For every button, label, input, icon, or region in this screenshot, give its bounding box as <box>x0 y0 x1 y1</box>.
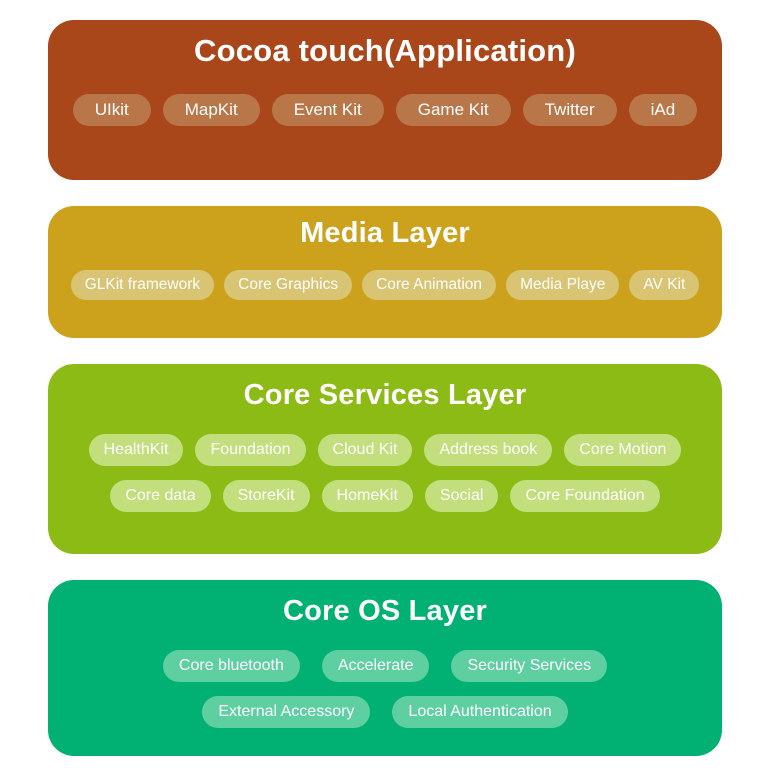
layer-block-core-services: Core Services Layer HealthKit Foundation… <box>48 364 722 554</box>
framework-chip-game-kit[interactable]: Game Kit <box>395 94 511 127</box>
architecture-layer-stack: Cocoa touch(Application) UIkit MapKit Ev… <box>0 0 768 768</box>
chip-row: Core data StoreKit HomeKit Social Core F… <box>110 479 660 512</box>
framework-chip-cloud-kit[interactable]: Cloud Kit <box>317 433 413 466</box>
framework-chip-twitter[interactable]: Twitter <box>522 94 617 127</box>
layer-title-cocoa-touch: Cocoa touch(Application) <box>194 33 576 68</box>
chip-row: External Accessory Local Authentication <box>202 695 568 728</box>
framework-chip-media-playe[interactable]: Media Playe <box>506 269 620 300</box>
layer-block-cocoa-touch: Cocoa touch(Application) UIkit MapKit Ev… <box>48 20 722 180</box>
framework-chip-social[interactable]: Social <box>424 479 499 512</box>
framework-chip-mapkit[interactable]: MapKit <box>162 94 260 127</box>
framework-chip-core-bluetooth[interactable]: Core bluetooth <box>162 649 300 682</box>
chip-rows-cocoa-touch: UIkit MapKit Event Kit Game Kit Twitter … <box>62 94 708 127</box>
framework-chip-accelerate[interactable]: Accelerate <box>321 649 430 682</box>
layer-title-media: Media Layer <box>300 217 470 249</box>
chip-rows-core-os: Core bluetooth Accelerate Security Servi… <box>62 649 708 728</box>
layer-title-core-os: Core OS Layer <box>282 595 488 627</box>
framework-chip-core-animation[interactable]: Core Animation <box>362 269 497 300</box>
framework-chip-storekit[interactable]: StoreKit <box>222 479 310 512</box>
framework-chip-address-book[interactable]: Address book <box>424 433 553 466</box>
framework-chip-core-motion[interactable]: Core Motion <box>564 433 682 466</box>
framework-chip-event-kit[interactable]: Event Kit <box>271 94 384 127</box>
framework-chip-core-foundation[interactable]: Core Foundation <box>510 479 660 512</box>
chip-rows-core-services: HealthKit Foundation Cloud Kit Address b… <box>62 433 708 512</box>
layer-title-core-services: Core Services Layer <box>243 379 527 411</box>
framework-chip-homekit[interactable]: HomeKit <box>321 479 413 512</box>
framework-chip-glkit-framework[interactable]: GLKit framework <box>70 269 215 300</box>
framework-chip-uikit[interactable]: UIkit <box>72 94 151 127</box>
framework-chip-healthkit[interactable]: HealthKit <box>88 433 184 466</box>
chip-row: GLKit framework Core Graphics Core Anima… <box>70 269 700 300</box>
framework-chip-local-authentication[interactable]: Local Authentication <box>392 695 568 728</box>
layer-block-core-os: Core OS Layer Core bluetooth Accelerate … <box>48 580 722 756</box>
layer-block-media: Media Layer GLKit framework Core Graphic… <box>48 206 722 338</box>
framework-chip-av-kit[interactable]: AV Kit <box>629 269 700 300</box>
chip-row: UIkit MapKit Event Kit Game Kit Twitter … <box>72 94 698 127</box>
chip-row: Core bluetooth Accelerate Security Servi… <box>162 649 608 682</box>
framework-chip-external-accessory[interactable]: External Accessory <box>202 695 371 728</box>
framework-chip-iad[interactable]: iAd <box>628 94 698 127</box>
framework-chip-core-data[interactable]: Core data <box>110 479 211 512</box>
framework-chip-security-services[interactable]: Security Services <box>451 649 608 682</box>
framework-chip-foundation[interactable]: Foundation <box>195 433 306 466</box>
chip-row: HealthKit Foundation Cloud Kit Address b… <box>88 433 682 466</box>
framework-chip-core-graphics[interactable]: Core Graphics <box>224 269 353 300</box>
chip-rows-media: GLKit framework Core Graphics Core Anima… <box>62 269 708 300</box>
